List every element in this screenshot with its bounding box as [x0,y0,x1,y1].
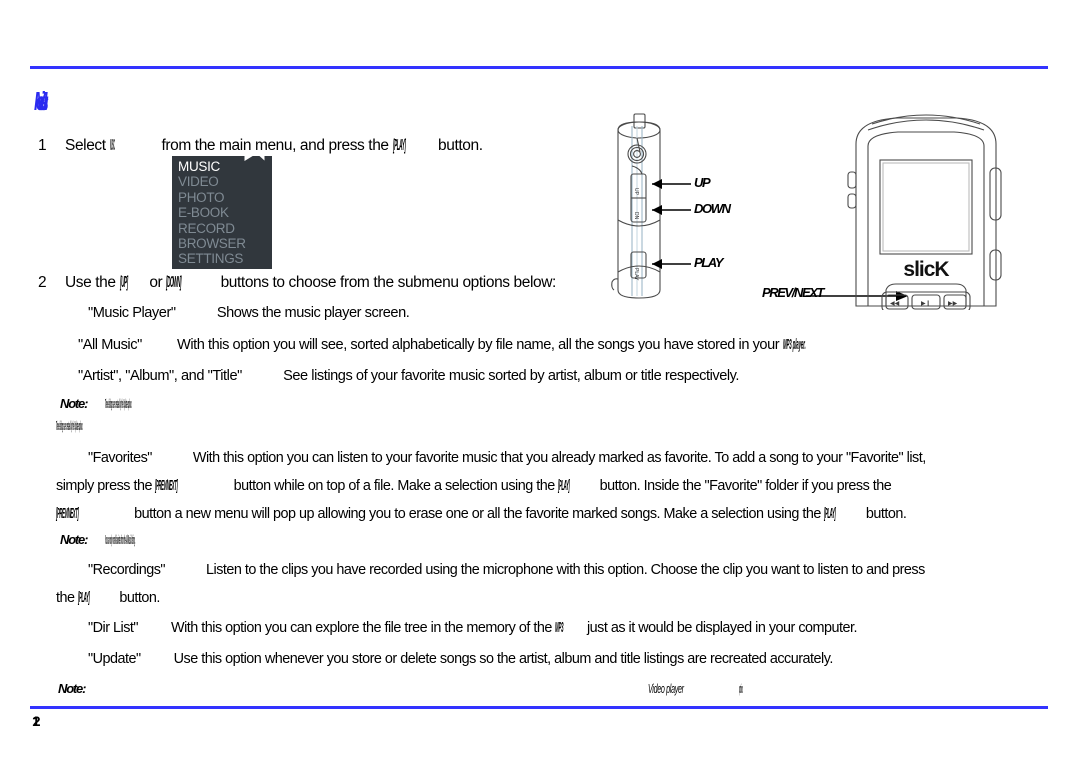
callout-label-play: PLAY [694,255,724,270]
option-dir-list-desc-a: With this option you can explore the fil… [171,620,552,636]
option-recordings-name: "Recordings" [88,562,166,578]
device-brand-logo: slicK [903,258,949,281]
main-menu-list: MUSIC VIDEO PHOTO E-BOOK RECORD BROWSER … [178,159,246,267]
step-1-ref-music: MUSIC [109,137,115,154]
callout-label-up: UP [694,175,711,190]
menu-brand-logo: slick [235,156,272,158]
note-1-label: Note: [60,396,88,411]
side-down-glyph: DN [633,212,639,220]
note-3-inline-ref: Video player option. [648,681,778,696]
note-1-continuation-text: These listings are created by the Update… [56,418,83,433]
option-dir-list-ref: MP3 [555,620,564,636]
option-all-music: "All Music" With this option you will se… [78,337,858,353]
side-play-glyph: PLAY [633,268,639,281]
menu-item-settings: SETTINGS [178,251,244,267]
option-recordings-line-2: the [PLAY] button. [56,590,160,606]
callout-label-down: DOWN [694,201,731,216]
device-front-view-svg: ◀◀ ▶❙ ▶▶ slicK [847,114,1002,313]
front-prev-glyph: ◀◀ [890,301,900,307]
menu-item-ebook: E-BOOK [178,205,229,221]
main-menu-screenshot: MUSIC VIDEO PHOTO E-BOOK RECORD BROWSER … [172,156,272,269]
note-3-video-player-ref: Video player [648,681,684,696]
step-1-mid: from the main menu, and press the [161,137,389,154]
page-number: 12 [32,713,39,729]
note-2-label: Note: [60,532,88,547]
option-update-name: "Update" [88,651,141,667]
favorites-line2-a: simply press the [56,478,152,494]
menu-item-video: VIDEO [178,174,219,190]
option-music-player-desc: Shows the music player screen. [216,305,410,321]
option-all-music-ref: MP3 player. [782,337,806,353]
option-favorites-line-3: [PREV/NEXT] button a new menu will pop u… [56,506,907,522]
recordings-ref-play: [PLAY] [78,590,90,606]
footer-rule [30,706,1048,709]
favorites-line2-b: button while on top of a file. Make a se… [233,478,556,494]
option-music-player-name: "Music Player" [88,305,176,321]
step-1-text: Select MUSIC from the main menu, and pre… [65,137,483,155]
step-1-after: button. [438,137,483,154]
option-update: "Update" Use this option whenever you st… [88,651,833,667]
favorites-line2-c: button. Inside the "Favorite" folder if … [599,478,892,494]
step-2-number: 2 [38,274,47,291]
callout-arrow-up [652,179,662,189]
manual-page: Music 1 Select MUSIC from the main menu,… [0,0,1080,781]
option-artist-album-title: "Artist", "Album", and "Title" See listi… [78,368,739,384]
option-artist-album-title-desc: See listings of your favorite music sort… [283,368,740,384]
option-music-player: "Music Player" Shows the music player sc… [88,305,410,321]
step-2-after: buttons to choose from the submenu optio… [220,274,557,291]
step-2-ref-down: [DOWN] [166,274,182,291]
option-dir-list-name: "Dir List" [88,620,139,636]
option-update-desc: Use this option whenever you store or de… [173,651,834,667]
option-all-music-name: "All Music" [78,337,142,353]
note-2-body: You can only mark favorites from the All… [105,532,136,547]
header-rule [30,66,1048,69]
menu-item-music: MUSIC [178,159,220,174]
callout-arrow-down [652,205,662,215]
menu-item-browser: BROWSER [178,236,246,252]
option-artist-album-title-name: "Artist", "Album", and "Title" [78,368,242,384]
step-2-text: Use the [UP] or [DOWN] buttons to choose… [65,274,556,292]
side-up-glyph: UP [633,188,639,196]
favorites-ref-prevnext-2: [PREV/NEXT] [56,506,79,522]
step-1-number: 1 [38,137,47,154]
favorites-line3-a: button a new menu will pop up allowing y… [134,506,821,522]
device-side-view-diagram: UP DN PLAY UP DOWN PLAY [596,112,796,307]
note-1-continuation: These listings are created by the Update… [56,418,323,433]
favorites-ref-play-2: [PLAY] [824,506,836,522]
favorites-line3-b: button. [865,506,907,522]
note-3-tail: option. [738,681,743,696]
option-favorites-line-2: simply press the [PREV/NEXT] button whil… [56,478,892,494]
step-2-before: Use the [65,274,116,291]
callout-arrow-play [652,259,662,269]
menu-item-record: RECORD [178,220,235,236]
note-3: Note: [58,681,103,696]
option-favorites-line1-text: With this option you can listen to your … [192,450,926,466]
note-1: Note: These listings are created by the … [60,396,373,411]
option-recordings-desc: Listen to the clips you have recorded us… [206,562,925,578]
option-favorites-name: "Favorites" [88,450,152,466]
option-favorites-line-1: "Favorites" With this option you can lis… [88,450,926,466]
option-all-music-desc: With this option you will see, sorted al… [177,337,780,353]
device-front-view-diagram: ◀◀ ▶❙ ▶▶ slicK [838,110,1048,315]
menu-item-photo: PHOTO [178,189,225,205]
favorites-ref-play-1: [PLAY] [558,478,570,494]
page-title: Music [34,86,44,116]
note-2: Note: You can only mark favorites from t… [60,532,406,547]
front-play-glyph: ▶❙ [921,300,931,307]
step-1-ref-play: [PLAY] [392,137,406,154]
step-2-mid: or [149,274,163,291]
option-recordings-line-1: "Recordings" Listen to the clips you hav… [88,562,925,578]
note-1-body: These listings are created by the Update… [105,396,132,411]
recordings-line2-b: button. [119,590,160,606]
option-dir-list-desc-b: just as it would be displayed in your co… [586,620,858,636]
option-dir-list: "Dir List" With this option you can expl… [88,620,858,636]
recordings-line2-a: the [56,590,75,606]
favorites-ref-prevnext-1: [PREV/NEXT] [155,478,178,494]
step-2-ref-up: [UP] [119,274,128,291]
note-3-label: Note: [58,681,86,696]
step-1-before: Select [65,137,106,154]
front-next-glyph: ▶▶ [948,301,958,307]
